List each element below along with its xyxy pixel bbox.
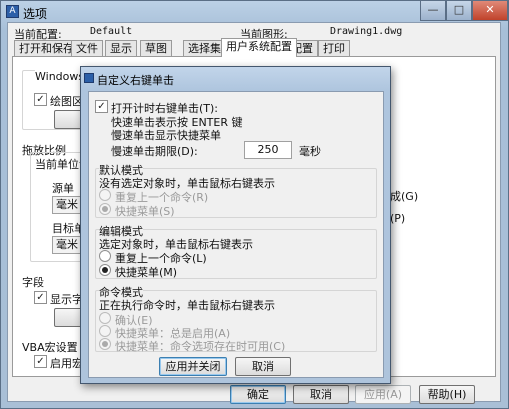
show-field-label: 显示字 bbox=[50, 293, 83, 306]
apply-button[interactable]: 应用(A) bbox=[355, 385, 411, 404]
right-text-2: (P) bbox=[390, 212, 406, 225]
window-title: 选项 bbox=[23, 7, 48, 21]
draw-area-checkbox[interactable]: ✓ bbox=[34, 93, 47, 106]
dialog-cancel-button[interactable]: 取消 bbox=[235, 357, 291, 376]
tab-drafting[interactable]: 草图 bbox=[140, 40, 172, 57]
timed-right-click-checkbox[interactable]: ✓ bbox=[95, 100, 108, 113]
fields-group-label: 字段 bbox=[22, 276, 44, 289]
default-menu-radio[interactable] bbox=[99, 203, 111, 215]
tab-user-preferences[interactable]: 用户系统配置 bbox=[221, 38, 297, 57]
tab-display[interactable]: 显示 bbox=[105, 40, 137, 57]
duration-unit: 毫秒 bbox=[299, 145, 321, 158]
tab-files[interactable]: 文件 bbox=[71, 40, 103, 57]
edit-menu-label: 快捷菜单(M) bbox=[115, 266, 178, 279]
duration-label: 慢速单击期限(D): bbox=[111, 145, 198, 158]
ok-button[interactable]: 确定 bbox=[230, 385, 286, 404]
draw-area-label: 绘图区 bbox=[50, 95, 83, 108]
command-menu-options-label: 快捷菜单：命令选项存在时可用(C) bbox=[115, 340, 286, 353]
vba-group-label: VBA宏设置 bbox=[22, 341, 78, 354]
enable-macro-label: 启用宏 bbox=[50, 357, 83, 370]
tab-plot[interactable]: 打印 bbox=[318, 40, 350, 57]
edit-repeat-radio[interactable] bbox=[99, 250, 111, 262]
dialog-title: 自定义右键单击 bbox=[97, 74, 174, 87]
close-button[interactable]: ✕ bbox=[472, 1, 508, 21]
right-text-1: 成(G) bbox=[390, 190, 419, 203]
dialog-app-icon bbox=[84, 73, 94, 83]
default-repeat-radio[interactable] bbox=[99, 189, 111, 201]
app-icon: A bbox=[6, 5, 19, 18]
command-confirm-radio[interactable] bbox=[99, 312, 111, 324]
slow-click-desc: 慢速单击显示快捷菜单 bbox=[111, 129, 221, 142]
command-menu-always-radio[interactable] bbox=[99, 325, 111, 337]
dialog-client-area: ✓ 打开计时右键单击(T): 快速单击表示按 ENTER 键 慢速单击显示快捷菜… bbox=[88, 91, 384, 378]
minimize-button[interactable]: — bbox=[420, 1, 446, 21]
edit-menu-radio[interactable] bbox=[99, 264, 111, 276]
current-drawing-value: Drawing1.dwg bbox=[330, 26, 403, 37]
current-config-value: Default bbox=[90, 26, 133, 37]
apply-close-button[interactable]: 应用并关闭 bbox=[159, 357, 227, 376]
tab-open-save[interactable]: 打开和保存 bbox=[14, 40, 79, 57]
duration-input[interactable]: 250 bbox=[244, 141, 292, 159]
show-field-checkbox[interactable]: ✓ bbox=[34, 291, 47, 304]
source-unit-label: 源单 bbox=[52, 182, 74, 195]
help-button[interactable]: 帮助(H) bbox=[419, 385, 475, 404]
enable-macro-checkbox[interactable]: ✓ bbox=[34, 355, 47, 368]
tab-selection[interactable]: 选择集 bbox=[183, 40, 226, 57]
command-menu-options-radio[interactable] bbox=[99, 338, 111, 350]
command-mode-desc: 正在执行命令时，单击鼠标右键表示 bbox=[99, 299, 275, 312]
default-menu-label: 快捷菜单(S) bbox=[115, 205, 175, 218]
cancel-button[interactable]: 取消 bbox=[293, 385, 349, 404]
right-click-dialog: 自定义右键单击 ✓ 打开计时右键单击(T): 快速单击表示按 ENTER 键 慢… bbox=[80, 66, 391, 384]
maximize-button[interactable]: □ bbox=[446, 1, 472, 21]
